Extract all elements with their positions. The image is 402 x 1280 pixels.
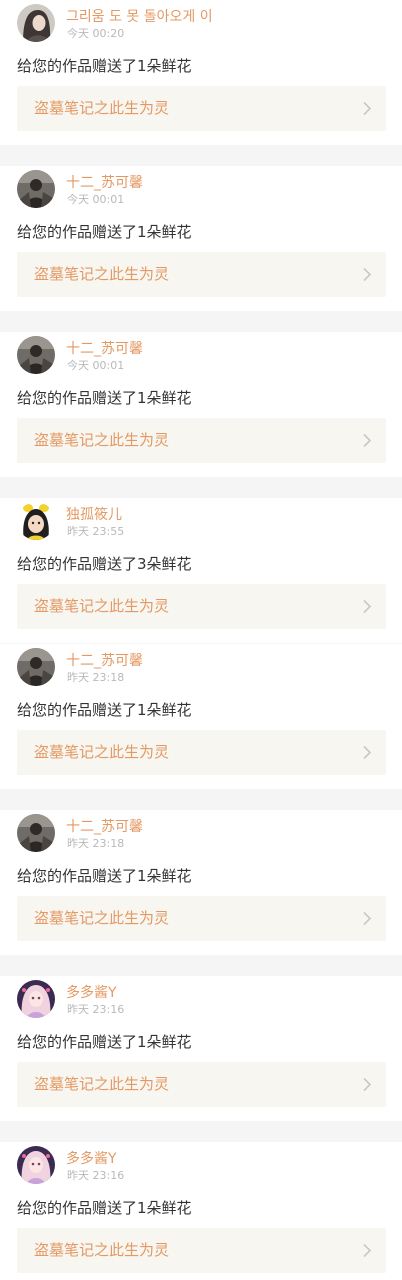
work-title: 盗墓笔记之此生为灵 [34,909,170,927]
user-name[interactable]: 그리움 도 못 돌아오게 이 [66,8,213,26]
user-name[interactable]: 十二_苏可馨 [66,652,143,670]
work-link-card[interactable]: 盗墓笔记之此生为灵 [17,86,386,131]
timestamp: 昨天 23:16 [67,1003,125,1016]
chevron-right-icon [363,101,372,116]
avatar-anime-girl-icon [17,980,55,1018]
user-avatar[interactable] [17,648,55,686]
timestamp: 今天 00:20 [67,27,125,40]
avatar-girl-dark-hair-icon [17,4,55,42]
work-title: 盗墓笔记之此生为灵 [34,99,170,117]
chevron-right-icon [363,267,372,282]
work-link-card[interactable]: 盗墓笔记之此生为灵 [17,1228,386,1273]
work-title: 盗墓笔记之此生为灵 [34,1241,170,1259]
timestamp: 今天 00:01 [67,359,125,372]
avatar-dark-figure-icon [17,170,55,208]
user-avatar[interactable] [17,502,55,540]
gift-message: 给您的作品赠送了1朵鲜花 [17,1199,192,1217]
work-link-card[interactable]: 盗墓笔记之此生为灵 [17,584,386,629]
user-name[interactable]: 多多酱Y [66,1150,117,1168]
avatar-dark-figure-icon [17,648,55,686]
user-name[interactable]: 十二_苏可馨 [66,174,143,192]
work-link-card[interactable]: 盗墓笔记之此生为灵 [17,730,386,775]
gift-message: 给您的作品赠送了1朵鲜花 [17,701,192,719]
avatar-dark-figure-icon [17,814,55,852]
work-title: 盗墓笔记之此生为灵 [34,265,170,283]
notification-item: 十二_苏可馨 昨天 23:18 给您的作品赠送了1朵鲜花 盗墓笔记之此生为灵 [0,644,402,789]
notification-item: 十二_苏可馨 昨天 23:18 给您的作品赠送了1朵鲜花 盗墓笔记之此生为灵 [0,810,402,955]
gift-message: 给您的作品赠送了1朵鲜花 [17,867,192,885]
avatar-anime-girl-icon [17,1146,55,1184]
notification-item: 多多酱Y 昨天 23:16 给您的作品赠送了1朵鲜花 盗墓笔记之此生为灵 [0,976,402,1121]
chevron-right-icon [363,1077,372,1092]
notification-item: 十二_苏可馨 今天 00:01 给您的作品赠送了1朵鲜花 盗墓笔记之此生为灵 [0,332,402,477]
notification-item: 十二_苏可馨 今天 00:01 给您的作品赠送了1朵鲜花 盗墓笔记之此生为灵 [0,166,402,311]
timestamp: 昨天 23:55 [67,525,125,538]
notification-item: 그리움 도 못 돌아오게 이 今天 00:20 给您的作品赠送了1朵鲜花 盗墓笔… [0,0,402,145]
user-avatar[interactable] [17,814,55,852]
timestamp: 今天 00:01 [67,193,125,206]
user-name[interactable]: 独孤筱儿 [66,506,122,524]
user-avatar[interactable] [17,336,55,374]
gift-message: 给您的作品赠送了1朵鲜花 [17,223,192,241]
user-name[interactable]: 多多酱Y [66,984,117,1002]
chevron-right-icon [363,433,372,448]
user-avatar[interactable] [17,1146,55,1184]
chevron-right-icon [363,745,372,760]
user-name[interactable]: 十二_苏可馨 [66,340,143,358]
gift-message: 给您的作品赠送了1朵鲜花 [17,389,192,407]
avatar-dark-figure-icon [17,336,55,374]
work-title: 盗墓笔记之此生为灵 [34,1075,170,1093]
gift-message: 给您的作品赠送了3朵鲜花 [17,555,192,573]
timestamp: 昨天 23:16 [67,1169,125,1182]
gift-message: 给您的作品赠送了1朵鲜花 [17,57,192,75]
user-avatar[interactable] [17,4,55,42]
notification-item: 独孤筱儿 昨天 23:55 给您的作品赠送了3朵鲜花 盗墓笔记之此生为灵 [0,498,402,643]
chevron-right-icon [363,911,372,926]
user-avatar[interactable] [17,170,55,208]
timestamp: 昨天 23:18 [67,671,125,684]
work-link-card[interactable]: 盗墓笔记之此生为灵 [17,896,386,941]
user-name[interactable]: 十二_苏可馨 [66,818,143,836]
timestamp: 昨天 23:18 [67,837,125,850]
chevron-right-icon [363,1243,372,1258]
work-title: 盗墓笔记之此生为灵 [34,431,170,449]
user-avatar[interactable] [17,980,55,1018]
gift-message: 给您的作品赠送了1朵鲜花 [17,1033,192,1051]
work-title: 盗墓笔记之此生为灵 [34,597,170,615]
work-link-card[interactable]: 盗墓笔记之此生为灵 [17,418,386,463]
avatar-cartoon-yellow-icon [17,502,55,540]
work-link-card[interactable]: 盗墓笔记之此生为灵 [17,1062,386,1107]
notification-item: 多多酱Y 昨天 23:16 给您的作品赠送了1朵鲜花 盗墓笔记之此生为灵 [0,1142,402,1280]
chevron-right-icon [363,599,372,614]
work-link-card[interactable]: 盗墓笔记之此生为灵 [17,252,386,297]
work-title: 盗墓笔记之此生为灵 [34,743,170,761]
